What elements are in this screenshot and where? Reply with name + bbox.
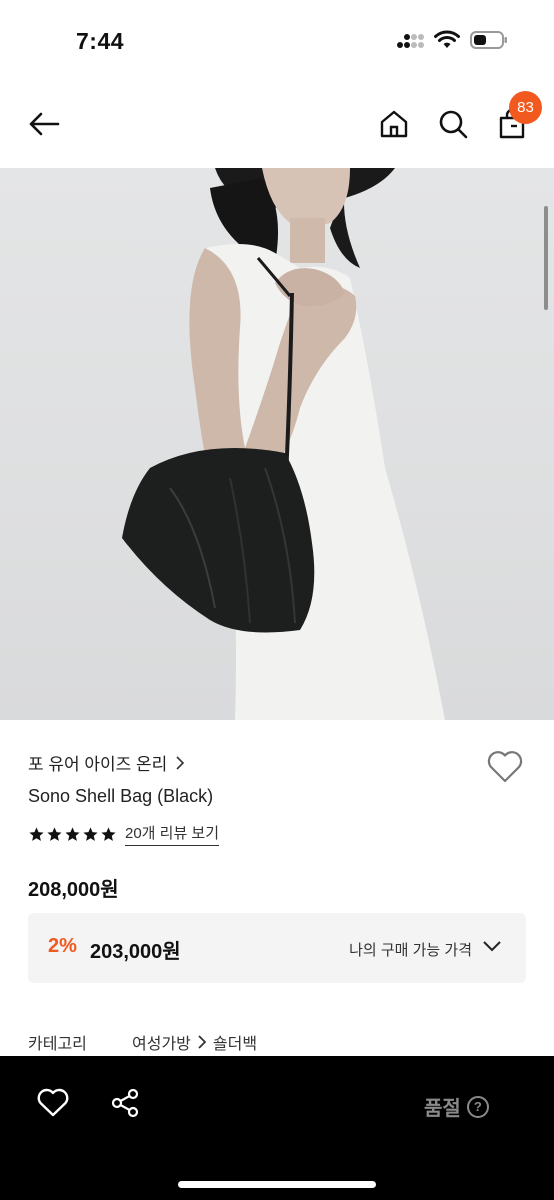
bottom-action-bar: 품절 ? — [0, 1056, 554, 1200]
home-indicator — [178, 1181, 376, 1188]
product-name: Sono Shell Bag (Black) — [28, 786, 214, 806]
home-button[interactable] — [374, 104, 414, 144]
battery-icon — [470, 31, 507, 49]
star-icon — [29, 826, 44, 841]
home-icon — [380, 110, 408, 138]
share-icon[interactable] — [110, 1087, 140, 1119]
product-photo — [122, 168, 445, 720]
category-label: 카테고리 — [28, 1036, 87, 1053]
chevron-right-icon — [197, 1034, 207, 1050]
status-bar: 7:44 — [0, 0, 554, 84]
chevron-right-icon — [176, 755, 185, 770]
signal-icon — [397, 34, 424, 48]
rating-stars — [28, 826, 117, 843]
image-scroll-indicator — [544, 206, 548, 310]
search-icon — [439, 110, 468, 139]
back-button[interactable] — [24, 104, 64, 144]
my-price-dropdown[interactable]: 2% 203,000원 나의 구매 가능 가격 — [28, 913, 526, 983]
cart-count-badge: 83 — [509, 91, 542, 124]
discount-price: 203,000원 — [90, 941, 181, 963]
discount-rate: 2% — [48, 935, 77, 957]
sold-out-status: 품절 ? — [424, 1092, 489, 1121]
arrow-left-icon — [29, 112, 60, 136]
product-price: 208,000원 — [28, 879, 119, 901]
brand-name: 포 유어 아이즈 온리 — [28, 755, 168, 774]
category-level-2[interactable]: 숄더백 — [213, 1030, 257, 1054]
category-level-1[interactable]: 여성가방 — [132, 1030, 191, 1054]
search-button[interactable] — [433, 104, 473, 144]
my-price-label: 나의 구매 가능 가격 — [349, 942, 472, 959]
product-image[interactable] — [0, 168, 554, 720]
brand-link[interactable]: 포 유어 아이즈 온리 — [28, 750, 185, 775]
wifi-icon — [434, 30, 460, 48]
chevron-down-icon — [483, 941, 501, 952]
sold-out-label: 품절 — [424, 1098, 461, 1120]
status-time: 7:44 — [76, 28, 125, 54]
heart-icon[interactable] — [486, 748, 524, 784]
star-icon — [83, 826, 98, 841]
status-icons — [396, 30, 508, 50]
app-header — [0, 84, 554, 168]
rating-row: 20개 리뷰 보기 — [28, 822, 220, 846]
review-link[interactable]: 20개 리뷰 보기 — [125, 822, 220, 846]
star-icon — [101, 826, 116, 841]
help-icon[interactable]: ? — [466, 1095, 489, 1118]
star-icon — [47, 826, 62, 841]
heart-icon[interactable] — [36, 1086, 70, 1118]
star-icon — [65, 826, 80, 841]
category-row: 카테고리 여성가방 숄더백 — [28, 1030, 257, 1054]
